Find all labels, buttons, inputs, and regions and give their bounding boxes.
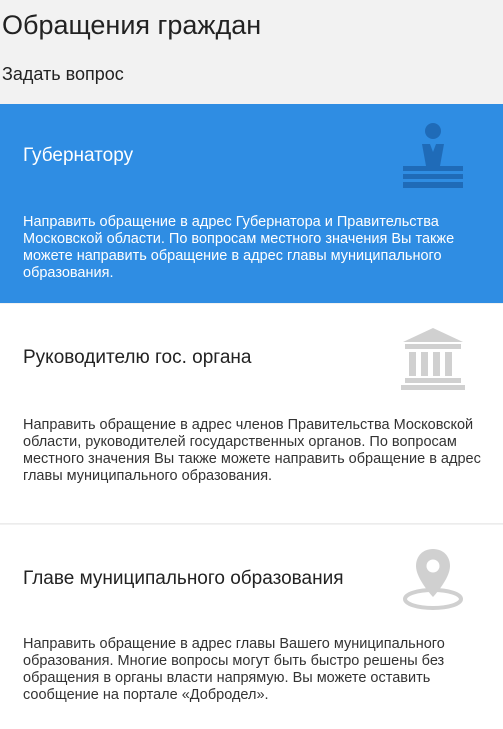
card-agency-head[interactable]: Руководителю гос. органа Направить обращ… <box>0 304 503 524</box>
government-building-icon <box>401 326 465 390</box>
card-governor[interactable]: Губернатору Направить обращение в адрес … <box>0 104 503 303</box>
card-title: Главе муниципального образования <box>23 568 344 589</box>
section-subtitle: Задать вопрос <box>2 64 124 84</box>
card-description: Направить обращение в адрес главы Вашего… <box>23 636 445 703</box>
card-description: Направить обращение в адрес Губернатора … <box>23 214 455 281</box>
card-title: Губернатору <box>23 145 134 166</box>
podium-speaker-icon <box>401 122 465 190</box>
page-title: Обращения граждан <box>2 10 262 40</box>
map-pin-icon <box>401 545 465 611</box>
card-municipal-head[interactable]: Главе муниципального образования Направи… <box>0 525 503 729</box>
card-description: Направить обращение в адрес членов Прави… <box>23 417 481 484</box>
card-title: Руководителю гос. органа <box>23 347 252 368</box>
